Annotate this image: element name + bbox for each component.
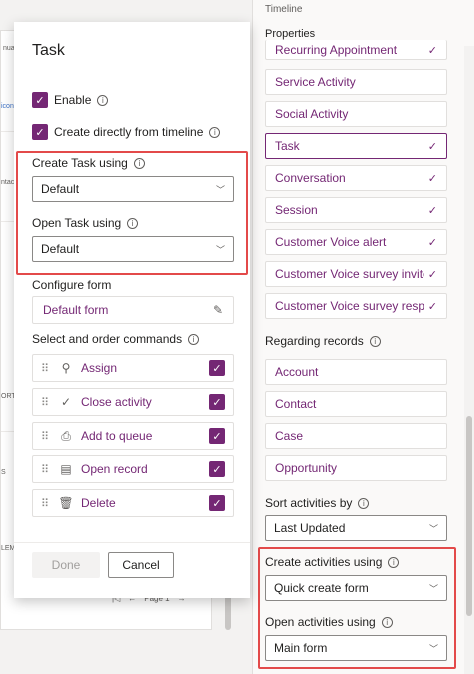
regarding-item-contact[interactable]: Contact [265, 391, 447, 417]
regarding-item-case[interactable]: Case [265, 423, 447, 449]
create-from-timeline-row[interactable]: ✓ Create directly from timeline i [32, 124, 221, 140]
create-from-timeline-checkbox[interactable]: ✓ [32, 124, 48, 140]
activity-item-social-activity[interactable]: Social Activity [265, 101, 447, 127]
regarding-item-opportunity[interactable]: Opportunity [265, 455, 447, 481]
pencil-icon[interactable]: ✎ [213, 303, 223, 317]
create-task-using-label: Create Task using i [32, 156, 145, 170]
command-row-add-to-queue[interactable]: ⠿ ⎙ Add to queue ✓ [32, 422, 234, 450]
chevron-down-icon: ﹀ [215, 245, 225, 256]
chevron-down-icon: ﹀ [428, 524, 438, 535]
create-activities-select[interactable]: Quick create form ﹀ [265, 575, 447, 601]
activity-item-conversation[interactable]: Conversation ✓ [265, 165, 447, 191]
record-icon: ▤ [60, 462, 72, 476]
check-icon: ✓ [60, 395, 72, 409]
create-from-timeline-label: Create directly from timeline [54, 125, 204, 139]
bg-link-fragment: icon [1, 103, 14, 110]
command-row-open-record[interactable]: ⠿ ▤ Open record ✓ [32, 455, 234, 483]
open-task-using-select[interactable]: Default ﹀ [32, 236, 234, 262]
dialog-title: Task [32, 42, 65, 59]
command-row-assign[interactable]: ⠿ ⚲ Assign ✓ [32, 354, 234, 382]
info-icon[interactable]: i [381, 616, 393, 628]
trash-icon: 🗑 [58, 496, 74, 510]
configure-form-label: Configure form [32, 278, 112, 292]
activity-item-customer-voice-alert[interactable]: Customer Voice alert ✓ [265, 229, 447, 255]
command-checkbox[interactable]: ✓ [209, 360, 225, 376]
command-checkbox[interactable]: ✓ [209, 461, 225, 477]
command-row-delete[interactable]: ⠿ 🗑 Delete ✓ [32, 489, 234, 517]
check-icon: ✓ [427, 140, 437, 153]
drag-handle-icon[interactable]: ⠿ [41, 430, 55, 443]
enable-label: Enable [54, 93, 92, 107]
drag-handle-icon[interactable]: ⠿ [41, 362, 55, 375]
enable-checkbox-row[interactable]: ✓ Enable i [32, 92, 109, 108]
properties-panel: Timeline Properties Recurring Appointmen… [252, 0, 474, 674]
check-icon: ✓ [427, 236, 437, 249]
panel-header: Timeline [265, 4, 303, 15]
info-icon[interactable]: i [369, 335, 381, 347]
sort-activities-label: Sort activities by i [265, 496, 370, 510]
chevron-down-icon: ﹀ [215, 185, 225, 196]
open-activities-select[interactable]: Main form ﹀ [265, 635, 447, 661]
drag-handle-icon[interactable]: ⠿ [41, 497, 55, 510]
open-activities-label: Open activities using i [265, 615, 393, 629]
task-dialog: Task ✓ Enable i ✓ Create directly from t… [14, 22, 250, 598]
command-checkbox[interactable]: ✓ [209, 495, 225, 511]
commands-label: Select and order commands i [32, 332, 200, 346]
info-icon[interactable]: i [188, 333, 200, 345]
bg-text-fragment: ntac [1, 179, 15, 186]
drag-handle-icon[interactable]: ⠿ [41, 463, 55, 476]
drag-handle-icon[interactable]: ⠿ [41, 396, 55, 409]
info-icon[interactable]: i [97, 94, 109, 106]
default-form-field[interactable]: Default form ✎ [32, 296, 234, 324]
create-task-using-select[interactable]: Default ﹀ [32, 176, 234, 202]
activity-item-task[interactable]: Task ✓ [265, 133, 447, 159]
info-icon[interactable]: i [388, 556, 400, 568]
command-checkbox[interactable]: ✓ [209, 428, 225, 444]
sort-activities-select[interactable]: Last Updated ﹀ [265, 515, 447, 541]
activity-item-session[interactable]: Session ✓ [265, 197, 447, 223]
activity-item-customer-voice-survey-response[interactable]: Customer Voice survey response✓ [265, 293, 447, 319]
regarding-item-account[interactable]: Account [265, 359, 447, 385]
info-icon[interactable]: i [133, 157, 145, 169]
info-icon[interactable]: i [358, 497, 370, 509]
panel-scrollbar[interactable] [464, 46, 474, 674]
command-row-close-activity[interactable]: ⠿ ✓ Close activity ✓ [32, 388, 234, 416]
activity-item-service-activity[interactable]: Service Activity [265, 69, 447, 95]
person-icon: ⚲ [61, 361, 71, 375]
enable-checkbox[interactable]: ✓ [32, 92, 48, 108]
check-icon: ✓ [427, 172, 437, 185]
info-icon[interactable]: i [127, 217, 139, 229]
footer-divider [14, 542, 250, 543]
cancel-button[interactable]: Cancel [108, 552, 174, 578]
queue-icon: ⎙ [61, 428, 71, 443]
activity-item-customer-voice-survey-invite[interactable]: Customer Voice survey invite ✓ [265, 261, 447, 287]
regarding-records-label: Regarding records i [265, 334, 381, 348]
check-icon: ✓ [427, 204, 437, 217]
check-icon: ✓ [427, 45, 437, 57]
activity-item-recurring-appointment[interactable]: Recurring Appointment ✓ [265, 40, 447, 60]
done-button[interactable]: Done [32, 552, 100, 578]
command-checkbox[interactable]: ✓ [209, 394, 225, 410]
check-icon: ✓ [427, 268, 437, 281]
bg-text-fragment: S [1, 469, 6, 476]
info-icon[interactable]: i [209, 126, 221, 138]
check-icon: ✓ [427, 300, 437, 313]
chevron-down-icon: ﹀ [428, 644, 438, 655]
open-task-using-label: Open Task using i [32, 216, 139, 230]
create-activities-label: Create activities using i [265, 555, 400, 569]
chevron-down-icon: ﹀ [428, 584, 438, 595]
